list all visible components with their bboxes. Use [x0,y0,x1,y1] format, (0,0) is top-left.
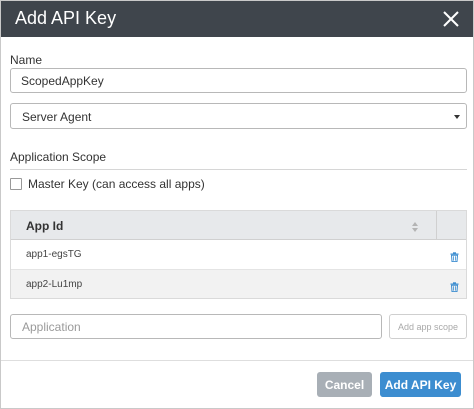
add-api-key-dialog: Add API Key Name Server Agent Applicatio… [0,0,474,409]
footer-divider [1,360,473,361]
name-input[interactable] [10,68,467,93]
dialog-titlebar: Add API Key [1,1,473,37]
add-app-scope-button[interactable]: Add app scope [389,314,467,339]
trash-icon[interactable] [450,249,459,263]
app-id-cell: app1-egsTG [26,249,82,260]
app-id-cell: app2-Lu1mp [26,279,83,290]
add-api-key-button[interactable]: Add API Key [380,372,461,397]
caret-down-icon [454,115,460,119]
column-separator [436,211,437,240]
application-input[interactable] [10,314,382,339]
key-type-select[interactable]: Server Agent [10,103,467,129]
dialog-title: Add API Key [15,8,117,28]
close-icon[interactable] [439,7,463,31]
app-scope-table: App Id app1-egsTG app2-Lu1mp [10,210,467,299]
table-row: app2-Lu1mp [11,269,466,298]
master-key-label[interactable]: Master Key (can access all apps) [28,177,205,191]
table-header: App Id [11,211,466,240]
name-label: Name [10,53,43,67]
sort-icon[interactable] [411,220,419,232]
application-scope-title: Application Scope [10,150,107,164]
master-key-checkbox[interactable] [10,178,22,190]
table-row: app1-egsTG [11,240,466,269]
trash-icon[interactable] [450,279,459,293]
app-id-column-header[interactable]: App Id [26,219,63,233]
key-type-value: Server Agent [22,110,92,124]
section-divider [10,169,467,170]
cancel-button[interactable]: Cancel [317,372,372,397]
